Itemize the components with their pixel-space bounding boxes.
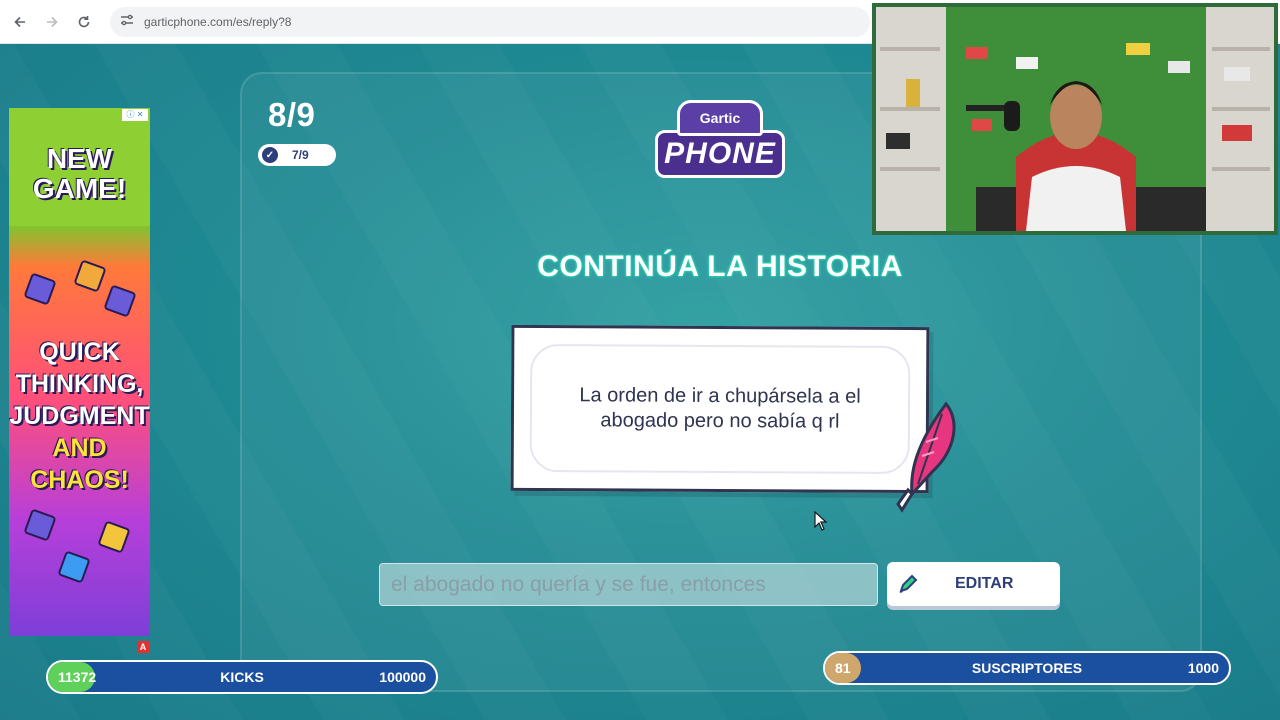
kicks-goal: 100000 xyxy=(379,669,426,685)
subscribers-goal-bar: 81 SUSCRIPTORES 1000 xyxy=(823,651,1231,685)
ad-card-icon xyxy=(97,520,131,554)
subs-goal: 1000 xyxy=(1187,660,1219,676)
site-settings-icon[interactable] xyxy=(120,14,134,29)
ad-card-icon xyxy=(73,259,107,293)
page-title: CONTINÚA LA HISTORIA xyxy=(537,250,903,283)
answer-input[interactable] xyxy=(379,563,878,606)
reload-icon[interactable] xyxy=(72,10,96,34)
ad-card-icon xyxy=(23,272,57,306)
pencil-icon xyxy=(899,574,918,593)
webcam-video xyxy=(876,7,1274,231)
advertisement-banner[interactable]: ⓘ ✕ NEW GAME! QUICK THINKING, JUDGMENT A… xyxy=(9,108,150,636)
kicks-goal-bar: 11372 KICKS 100000 xyxy=(46,660,438,694)
ad-line-judgment: JUDGMENT xyxy=(9,402,150,430)
webcam-overlay xyxy=(872,3,1278,235)
kicks-label: KICKS xyxy=(220,669,264,685)
story-text: La orden de ir a chupársela a el abogado… xyxy=(529,344,911,474)
gartic-phone-logo: PHONE Gartic xyxy=(655,100,785,180)
address-bar[interactable]: garticphone.com/es/reply?8 xyxy=(110,6,870,37)
logo-gartic-text: Gartic xyxy=(677,100,763,136)
ad-tagline: QUICK THINKING, JUDGMENT AND CHAOS! xyxy=(9,336,150,496)
edit-button[interactable]: EDITAR xyxy=(887,562,1060,606)
ad-line-chaos: CHAOS! xyxy=(30,466,129,494)
ad-headline: NEW GAME! xyxy=(9,144,150,204)
ad-card-icon xyxy=(57,550,91,584)
edit-button-label: EDITAR xyxy=(955,575,1014,592)
players-done-badge: ✓ 7/9 xyxy=(258,144,336,166)
ad-line-game: GAME! xyxy=(32,173,127,204)
check-icon: ✓ xyxy=(262,147,278,163)
story-card: La orden de ir a chupársela a el abogado… xyxy=(510,324,930,494)
url-text: garticphone.com/es/reply?8 xyxy=(144,14,292,29)
ad-line-and: AND xyxy=(52,434,107,462)
logo-phone-text: PHONE xyxy=(655,130,785,178)
ad-badge: A xyxy=(137,641,149,653)
subs-label: SUSCRIPTORES xyxy=(971,660,1083,676)
ad-card-icon xyxy=(23,508,57,542)
forward-icon[interactable] xyxy=(40,10,64,34)
mouse-cursor-icon xyxy=(814,511,828,531)
ad-line-thinking: THINKING, xyxy=(15,370,144,398)
back-icon[interactable] xyxy=(8,10,32,34)
ad-card-icon xyxy=(103,284,137,318)
quill-icon xyxy=(896,401,956,513)
ad-line-new: NEW xyxy=(46,143,113,174)
round-counter: 8/9 xyxy=(268,96,316,133)
ad-choices-icon[interactable]: ⓘ ✕ xyxy=(122,109,148,121)
players-done-count: 7/9 xyxy=(292,148,309,162)
ad-line-quick: QUICK xyxy=(39,338,120,366)
